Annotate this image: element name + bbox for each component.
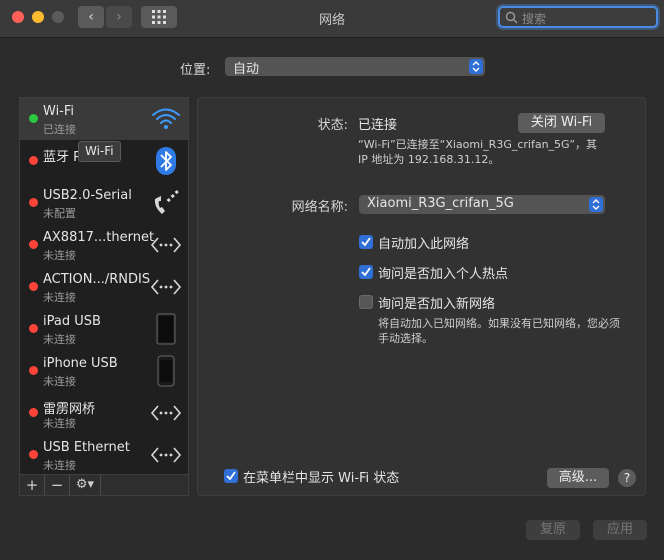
apply-button[interactable]: 应用 — [593, 520, 647, 540]
service-name: AX8817...thernet — [43, 230, 155, 245]
location-label: 位置: — [180, 63, 211, 78]
service-status: 未连接 — [43, 291, 76, 304]
ask-new-network-checkbox[interactable] — [359, 295, 373, 309]
phone-modem-icon — [154, 189, 179, 214]
add-service-button[interactable]: + — [20, 475, 44, 495]
status-dot — [29, 450, 38, 459]
service-item-usb-serial[interactable]: USB2.0-Serial 未配置 — [20, 182, 188, 224]
ask-description-line2: 手动选择。 — [378, 332, 433, 345]
search-input[interactable]: 搜索 — [498, 6, 658, 28]
service-item-usb-ethernet[interactable]: USB Ethernet 未连接 — [20, 434, 188, 474]
status-dot — [29, 408, 38, 417]
status-dot — [29, 156, 38, 165]
checkmark-icon — [361, 267, 371, 277]
show-in-menubar-checkbox[interactable] — [224, 469, 238, 483]
network-name-value: Xiaomi_R3G_crifan_5G — [367, 196, 514, 211]
status-dot — [29, 366, 38, 375]
service-status: 未配置 — [43, 207, 76, 220]
window-titlebar: ‹ › 网络 搜索 — [0, 0, 664, 38]
location-value: 自动 — [233, 62, 260, 77]
service-item-ipad-usb[interactable]: iPad USB 未连接 — [20, 308, 188, 350]
advanced-button[interactable]: 高级... — [547, 468, 609, 488]
ask-description-line1: 将自动加入已知网络。如果没有已知网络，您必须 — [378, 317, 620, 330]
status-value: 已连接 — [358, 118, 398, 133]
service-status: 未连接 — [43, 375, 76, 388]
service-name: ACTION.../RNDIS — [43, 272, 151, 287]
network-name-select[interactable]: Xiaomi_R3G_crifan_5G — [359, 195, 605, 214]
service-status: 已连接 — [43, 123, 76, 136]
help-button[interactable]: ? — [618, 469, 636, 487]
service-item-thunderbolt-bridge[interactable]: 雷雳网桥 未连接 — [20, 392, 188, 434]
service-name: USB2.0-Serial — [43, 188, 132, 203]
service-name: iPhone USB — [43, 356, 118, 371]
status-dot — [29, 282, 38, 291]
service-status: 未连接 — [43, 249, 76, 262]
ethernet-icon — [150, 447, 182, 463]
service-item-wifi[interactable]: Wi-Fi 已连接 — [20, 98, 188, 140]
network-name-label: 网络名称: — [291, 200, 348, 215]
gear-menu-button[interactable]: ⚙▾ — [70, 475, 100, 495]
ask-hotspot-label: 询问是否加入个人热点 — [378, 267, 509, 282]
auto-join-label: 自动加入此网络 — [378, 237, 470, 252]
iphone-icon — [157, 355, 175, 387]
ethernet-icon — [150, 237, 182, 253]
search-icon — [505, 11, 518, 24]
service-name: Wi-Fi — [43, 104, 75, 119]
status-dot — [29, 324, 38, 333]
service-item-ax88179[interactable]: AX8817...thernet 未连接 — [20, 224, 188, 266]
status-description-line2: IP 地址为 192.168.31.12。 — [358, 153, 500, 166]
ipad-icon — [156, 313, 176, 345]
ethernet-icon — [150, 405, 182, 421]
remove-service-button[interactable]: − — [45, 475, 69, 495]
updown-arrows-icon — [469, 59, 483, 74]
service-item-iphone-usb[interactable]: iPhone USB 未连接 — [20, 350, 188, 392]
service-name: iPad USB — [43, 314, 101, 329]
status-dot — [29, 240, 38, 249]
service-name: USB Ethernet — [43, 440, 130, 455]
auto-join-checkbox[interactable] — [359, 235, 373, 249]
service-item-action-rndis[interactable]: ACTION.../RNDIS 未连接 — [20, 266, 188, 308]
search-placeholder: 搜索 — [522, 12, 547, 26]
show-in-menubar-label: 在菜单栏中显示 Wi-Fi 状态 — [243, 471, 400, 486]
updown-arrows-icon — [589, 197, 603, 212]
tooltip: Wi-Fi — [78, 141, 121, 162]
revert-button[interactable]: 复原 — [526, 520, 580, 540]
status-label: 状态: — [317, 118, 348, 133]
wifi-icon — [152, 108, 180, 129]
checkmark-icon — [226, 471, 236, 481]
service-status: 未连接 — [43, 459, 76, 472]
service-list-toolbar: + − ⚙▾ — [19, 475, 189, 496]
location-select[interactable]: 自动 — [225, 57, 485, 77]
status-dot — [29, 198, 38, 207]
bluetooth-icon — [156, 147, 176, 175]
service-status: 未连接 — [43, 333, 76, 346]
detail-panel: 状态: 已连接 关闭 Wi-Fi “Wi-Fi”已连接至“Xiaomi_R3G_… — [197, 97, 646, 496]
checkmark-icon — [361, 237, 371, 247]
ethernet-icon — [150, 279, 182, 295]
service-status: 未连接 — [43, 417, 76, 430]
service-name: 蓝牙 P — [43, 150, 81, 165]
turn-off-wifi-button[interactable]: 关闭 Wi-Fi — [518, 113, 605, 133]
ask-new-network-label: 询问是否加入新网络 — [378, 297, 496, 312]
status-dot — [29, 114, 38, 123]
status-description-line1: “Wi-Fi”已连接至“Xiaomi_R3G_crifan_5G”，其 — [358, 138, 598, 151]
ask-hotspot-checkbox[interactable] — [359, 265, 373, 279]
divider — [100, 475, 101, 495]
